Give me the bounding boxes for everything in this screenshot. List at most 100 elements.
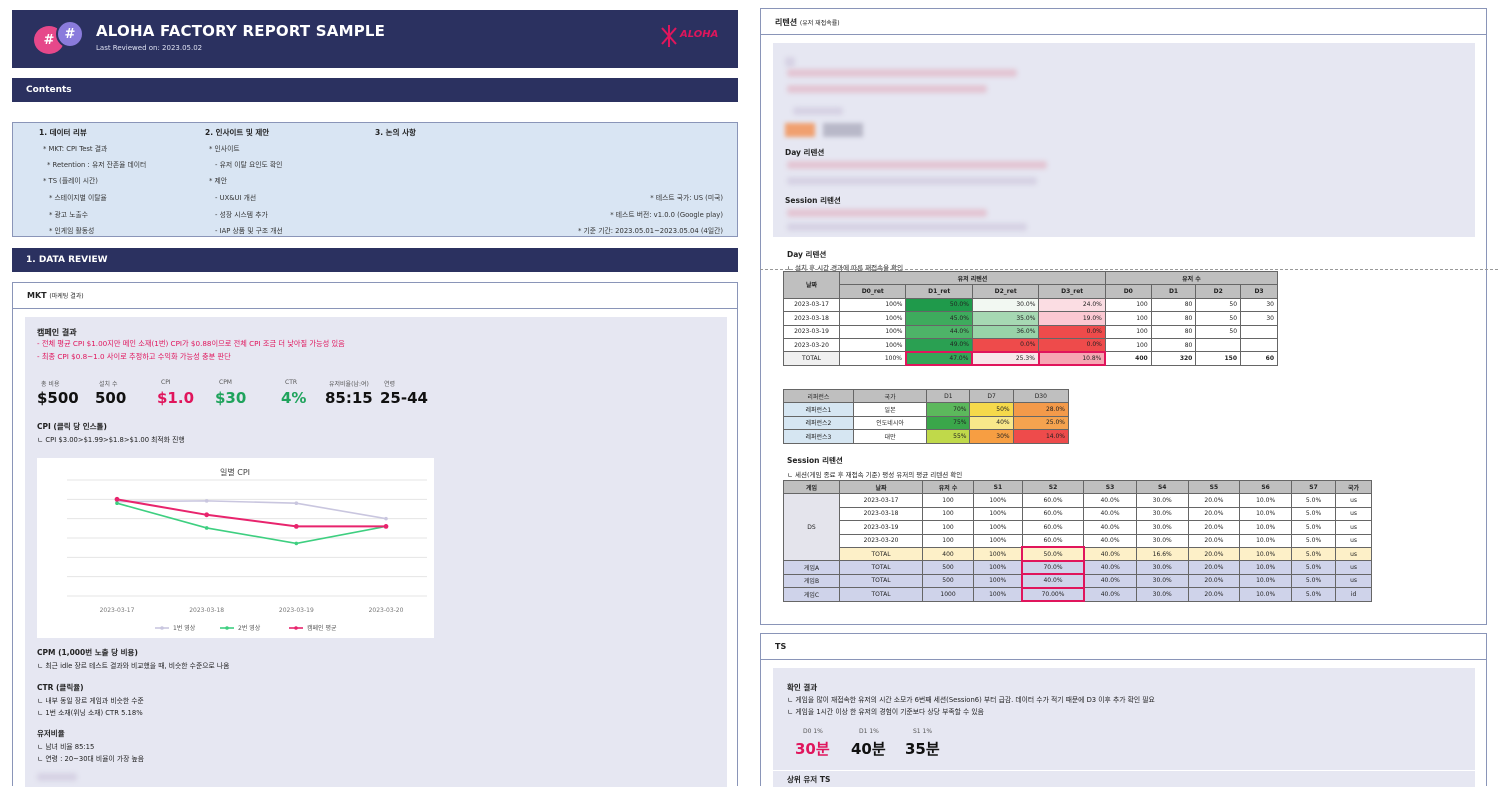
table-cell: 100% (972, 560, 1023, 575)
table-cell: 0.0% (1038, 324, 1106, 339)
chart-title: 일별 CPI (220, 467, 250, 477)
table-cell: 50 (1195, 324, 1242, 339)
table-cell: 500 (922, 560, 974, 575)
table-cell: 30.0% (1135, 560, 1189, 575)
col-header: 국가 (852, 388, 928, 404)
table-cell: 60.0% (1021, 520, 1085, 535)
table-cell: 100 (922, 520, 974, 535)
table-cell: 레퍼런스1 (783, 402, 854, 417)
toc-col1-title: 1. 데이터 리뷰 (39, 128, 87, 137)
table-cell: 50 (1195, 297, 1242, 313)
table-cell (1240, 337, 1278, 353)
toc-item: * 광고 노출수 (49, 211, 88, 219)
toc-item: * 인게임 활동성 (49, 227, 95, 235)
table-cell (1240, 324, 1278, 339)
table-cell: 45.0% (905, 311, 973, 326)
campaign-line: - 전체 평균 CPI $1.00지만 메인 소재(1번) CPI가 $0.88… (37, 339, 345, 348)
cpm-note: ㄴ 최근 idle 장르 테스트 결과와 비교했을 때, 비슷한 수준으로 나옴 (37, 662, 230, 670)
table-cell: 100% (838, 297, 907, 313)
table-cell: 20.0% (1187, 546, 1241, 562)
table-cell: 2023-03-20 (838, 533, 924, 548)
blurred-text (787, 69, 1017, 77)
col-header: S3 (1083, 479, 1137, 495)
col-header: 게임 (783, 479, 840, 495)
table-cell: 70.00% (1021, 586, 1085, 603)
table-cell: 5.0% (1290, 520, 1337, 535)
session-retention-note: ㄴ 세션(게임 종료 후 재접속 기준) 평성 유저의 평균 리텐션 확인 (787, 471, 963, 479)
blurred-text (785, 57, 795, 67)
table-cell: us (1335, 573, 1372, 589)
table-cell: 100 (1104, 324, 1152, 339)
mkt-header-sub: (마케팅 결과) (49, 293, 84, 300)
table-cell: 30.0% (1135, 533, 1189, 548)
table-cell: 60.0% (1021, 533, 1085, 548)
day-retention-title: Day 리텐션 (787, 250, 827, 259)
table-cell: 100% (972, 546, 1023, 562)
table-cell: 5.0% (1290, 506, 1337, 522)
table-row: 레퍼런스2 인도네시아 75% 40% 25.0% (783, 415, 1070, 431)
metric-value: $30 (215, 389, 247, 407)
table-cell: 500 (922, 573, 974, 589)
table-cell: 20.0% (1187, 560, 1241, 575)
table-cell: 10.0% (1239, 560, 1292, 575)
table-cell: 레퍼런스2 (783, 415, 854, 431)
col-header: D0_ret (838, 284, 907, 299)
table-cell: 1000 (922, 587, 974, 602)
ratio-note: ㄴ 연령 : 20~30대 비율이 가장 높음 (37, 755, 145, 763)
col-header: D30 (1012, 388, 1070, 404)
table-of-contents: 1. 데이터 리뷰 * MKT: CPI Test 결과 * Retention… (12, 122, 738, 237)
table-cell: 100 (1104, 297, 1152, 313)
table-cell: 40% (969, 415, 1014, 431)
toc-item: * 스테이지별 이탈율 (49, 194, 107, 202)
data-review-bar: 1. DATA REVIEW (12, 248, 738, 272)
blurred-value (785, 123, 815, 137)
legend-label: 1번 영상 (173, 624, 196, 632)
table-cell: 20.0% (1187, 520, 1241, 535)
table-cell: 20.0% (1187, 587, 1241, 602)
col-header: D7 (969, 388, 1014, 404)
report-subtitle: Last Reviewed on: 2023.05.02 (96, 44, 203, 52)
table-cell: 100% (972, 520, 1023, 535)
table-cell: 400 (1104, 351, 1152, 366)
metric-label: 연령 (384, 381, 396, 388)
toc-item: * MKT: CPI Test 결과 (43, 145, 108, 153)
ts-section: TS 확인 결과 ㄴ 게임을 많이 재접속한 유저의 시간 소모가 6번째 세션… (760, 633, 1487, 787)
metric-label: 총 비용 (41, 381, 60, 388)
col-group-header: 유저 수 (1104, 270, 1279, 286)
reference-table: 리퍼런스 국가 D1 D7 D30 레퍼런스1 일본 70% 50% 28.0% 레퍼런스2 인도네… (783, 388, 1070, 444)
data-point (204, 512, 210, 518)
table-cell: us (1335, 533, 1372, 548)
blurred-text (787, 85, 987, 93)
cpi-title: CPI (클릭 당 인스톨) (37, 422, 107, 431)
table-cell: 게임A (783, 560, 840, 575)
table-cell: 40.0% (1083, 493, 1137, 508)
table-cell: 50.0% (1021, 546, 1085, 562)
table-cell: 10.0% (1239, 506, 1292, 522)
top-user-ts-title: 상위 유저 TS (787, 775, 831, 784)
toc-col2-title: 2. 인사이트 및 제안 (205, 128, 270, 137)
data-point (294, 501, 299, 505)
table-cell: 인도네시아 (852, 415, 928, 431)
cpm-title: CPM (1,000번 노출 당 비용) (37, 648, 138, 657)
cpi-note: ㄴ CPI $3.00>$1.99>$1.8>$1.00 최적화 진행 (37, 436, 185, 444)
table-cell: 게임C (783, 587, 840, 602)
table-row: 2023-03-20 100 100% 60.0% 40.0% 30.0% 20.0% 10.… (784, 533, 1372, 548)
table-row: 레퍼런스1 일본 70% 50% 28.0% (783, 402, 1070, 417)
table-cell: 100 (922, 533, 974, 548)
game-cell: DS (783, 493, 840, 562)
table-cell: 50.0% (905, 297, 973, 313)
table-cell: TOTAL (783, 351, 840, 366)
session-retention-label: Session 리텐션 (785, 196, 841, 205)
table-cell: 25.3% (971, 350, 1040, 367)
ts-note: ㄴ 게임을 1시간 이상 한 유저의 경험이 기준보다 상당 부족할 수 있음 (787, 708, 984, 716)
table-cell: us (1335, 506, 1372, 522)
table-row: TOTAL 100% 47.0% 25.3% 10.8% 400 320 150 60 (783, 350, 1278, 367)
metric-value: 85:15 (325, 389, 373, 407)
metric-value: 4% (281, 389, 307, 407)
toc-item: - 유저 이탈 요인도 확인 (215, 161, 283, 169)
table-cell: 60 (1240, 351, 1278, 366)
table-cell: TOTAL (838, 587, 924, 602)
retention-header: 리텐션 (유저 재접속률) (761, 9, 1486, 35)
ctr-note: ㄴ 1번 소재(위닝 소재) CTR 5.18% (37, 709, 143, 717)
table-cell: 30.0% (1135, 520, 1189, 535)
